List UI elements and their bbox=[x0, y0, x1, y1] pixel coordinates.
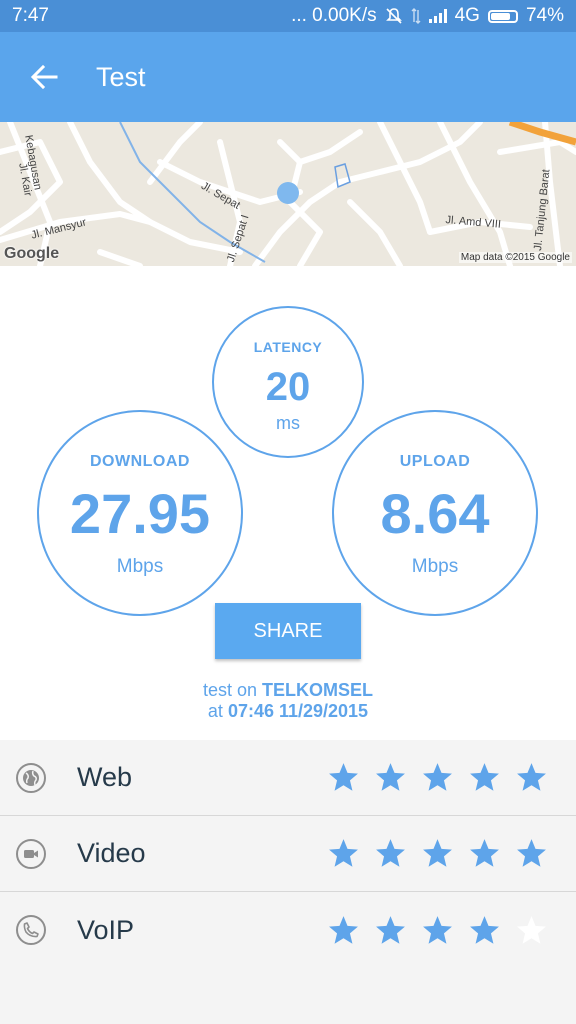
latency-label: LATENCY bbox=[253, 339, 323, 355]
map-streets bbox=[0, 122, 576, 266]
star-empty-icon bbox=[517, 915, 546, 944]
star-filled-icon bbox=[470, 763, 499, 791]
star-filled-icon bbox=[329, 839, 358, 867]
star-rating bbox=[327, 761, 548, 794]
upload-gauge: UPLOAD 8.64 Mbps bbox=[332, 410, 538, 616]
share-button[interactable]: SHARE bbox=[215, 603, 361, 659]
download-label: DOWNLOAD bbox=[90, 453, 190, 470]
latency-unit: ms bbox=[276, 413, 300, 433]
app-bar: Test bbox=[0, 32, 576, 122]
star-filled-icon bbox=[329, 763, 358, 791]
star-filled-icon bbox=[423, 839, 452, 867]
test-operator-line: test on TELKOMSEL bbox=[0, 680, 576, 701]
latency-value: 20 bbox=[265, 365, 311, 409]
star-rating bbox=[327, 914, 548, 947]
status-icons: ... 0.00K/s 4G 74% bbox=[291, 5, 564, 27]
rating-row-web: Web bbox=[0, 740, 576, 816]
test-datetime-line: at 07:46 11/29/2015 bbox=[0, 701, 576, 722]
arrow-left-icon bbox=[30, 64, 58, 90]
page-title: Test bbox=[96, 61, 146, 92]
datetime-prefix: at bbox=[207, 701, 223, 721]
globe-icon bbox=[16, 762, 46, 793]
battery-icon bbox=[487, 9, 518, 23]
rating-label: Video bbox=[77, 838, 146, 868]
star-rating bbox=[327, 837, 548, 870]
latency-gauge: LATENCY 20 ms bbox=[212, 306, 364, 458]
star-filled-icon bbox=[470, 839, 499, 867]
star-filled-icon bbox=[376, 915, 405, 944]
signal-strength-icon bbox=[428, 9, 447, 23]
location-map[interactable]: Kebagusan Jl. Kair Jl. Sepat Jl. Mansyur… bbox=[0, 122, 576, 266]
status-time: 7:47 bbox=[12, 5, 49, 26]
rating-row-voip: VoIP bbox=[0, 892, 576, 968]
star-filled-icon bbox=[517, 839, 546, 867]
status-bar: 7:47 ... 0.00K/s 4G 74% bbox=[0, 0, 576, 32]
network-speed: ... 0.00K/s bbox=[291, 5, 377, 26]
star-filled-icon bbox=[329, 915, 358, 944]
battery-level: 74% bbox=[525, 5, 564, 26]
rating-label: VoIP bbox=[77, 914, 135, 945]
upload-unit: Mbps bbox=[411, 556, 459, 577]
notifications-muted-icon bbox=[385, 8, 402, 24]
current-location-dot bbox=[277, 182, 299, 204]
network-type: 4G bbox=[454, 5, 480, 26]
star-filled-icon bbox=[423, 763, 452, 791]
map-attribution: Map data ©2015 Google bbox=[458, 252, 572, 263]
star-filled-icon bbox=[517, 763, 546, 791]
download-gauge: DOWNLOAD 27.95 Mbps bbox=[37, 410, 243, 616]
data-transfer-icon bbox=[411, 8, 421, 24]
operator-name: TELKOMSEL bbox=[262, 680, 374, 700]
google-logo: Google bbox=[4, 245, 60, 262]
upload-label: UPLOAD bbox=[399, 453, 471, 470]
phone-icon bbox=[16, 915, 46, 945]
download-value: 27.95 bbox=[69, 482, 211, 545]
rating-label: Web bbox=[77, 762, 133, 792]
test-prefix: test on bbox=[202, 680, 258, 700]
star-filled-icon bbox=[376, 839, 405, 867]
video-camera-icon bbox=[16, 838, 46, 869]
star-filled-icon bbox=[470, 915, 499, 944]
quality-ratings: Web Video VoIP bbox=[0, 740, 576, 1024]
star-filled-icon bbox=[376, 763, 405, 791]
rating-row-video: Video bbox=[0, 816, 576, 892]
test-info: test on TELKOMSEL at 07:46 11/29/2015 bbox=[0, 680, 576, 722]
upload-value: 8.64 bbox=[380, 482, 490, 545]
test-datetime: 07:46 11/29/2015 bbox=[227, 701, 369, 721]
star-filled-icon bbox=[423, 915, 452, 944]
back-button[interactable] bbox=[14, 47, 74, 107]
download-unit: Mbps bbox=[116, 556, 164, 577]
